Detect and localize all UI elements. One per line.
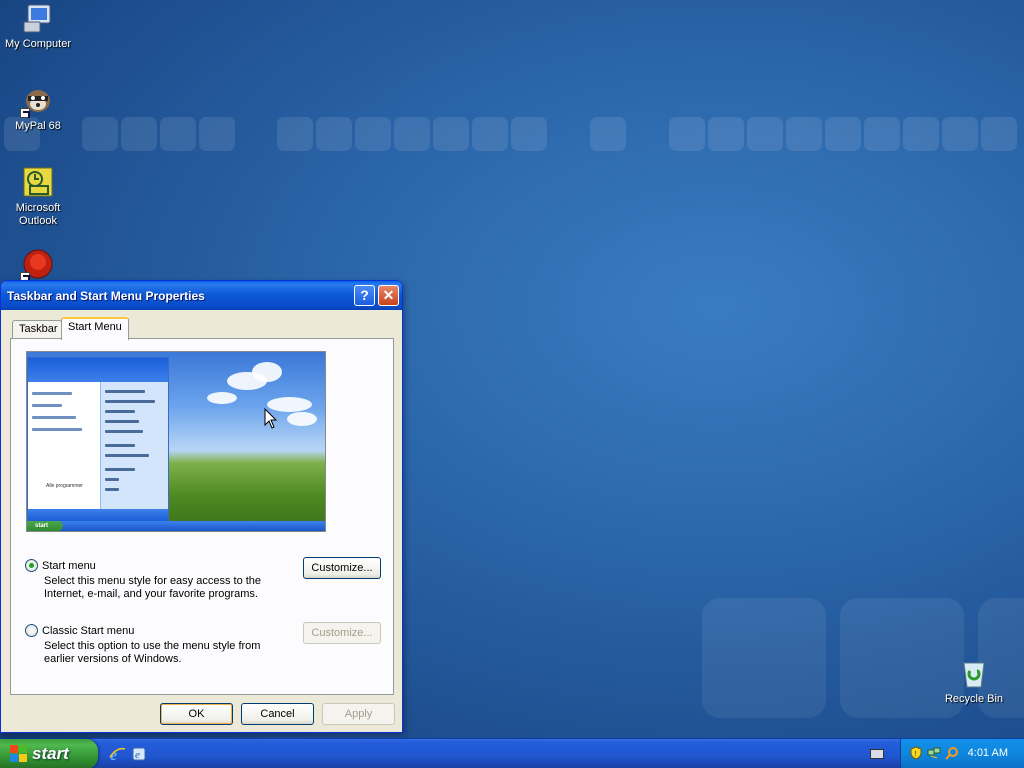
start-menu-option[interactable]: Start menu: [25, 559, 96, 572]
shortcut-arrow-icon: [20, 108, 30, 118]
ok-button[interactable]: OK: [160, 703, 233, 725]
customize-start-menu-button[interactable]: Customize...: [303, 557, 381, 579]
svg-text:e: e: [135, 749, 140, 761]
recycle-bin-icon: [958, 657, 990, 689]
start-menu-radio-label: Start menu: [42, 559, 96, 572]
raccoon-icon: [20, 84, 54, 118]
classic-start-menu-radio-label: Classic Start menu: [42, 624, 135, 637]
preview-start-menu: Alle programmer: [27, 357, 169, 522]
preview-start-button: start: [27, 521, 63, 531]
clock[interactable]: 4:01 AM: [968, 747, 1008, 759]
start-menu-preview: Alle programmer start: [26, 351, 326, 532]
close-button[interactable]: ✕: [378, 285, 399, 306]
outlook-icon: [22, 166, 54, 198]
desktop-icon-red-app[interactable]: [0, 248, 76, 284]
tab-taskbar[interactable]: Taskbar: [12, 320, 62, 339]
security-shield-icon[interactable]: !: [909, 746, 923, 760]
desktop-icon-recycle-bin[interactable]: Recycle Bin: [936, 657, 1012, 706]
help-button[interactable]: ?: [354, 285, 375, 306]
desktop-icon-label: MyPal 68: [15, 120, 61, 132]
desktop-icon-label: My Computer: [4, 38, 72, 50]
desktop-icon-label: Microsoft Outlook: [15, 202, 61, 227]
computer-icon: [22, 2, 54, 34]
red-orb-icon: [20, 248, 54, 282]
cancel-button[interactable]: Cancel: [241, 703, 314, 725]
tab-panel-start-menu: Alle programmer start Start menu Select …: [10, 338, 394, 695]
classic-start-menu-description: Select this option to use the menu style…: [44, 640, 261, 665]
keyboard-icon[interactable]: [870, 749, 884, 759]
svg-text:!: !: [914, 750, 917, 758]
taskbar: start e e ! 4:01 AM: [0, 738, 1024, 768]
outlook-express-icon[interactable]: e: [130, 745, 148, 763]
dialog-title: Taskbar and Start Menu Properties: [7, 288, 205, 303]
dialog-titlebar[interactable]: Taskbar and Start Menu Properties ? ✕: [1, 281, 402, 310]
preview-taskbar: start: [27, 521, 325, 531]
apply-button[interactable]: Apply: [322, 703, 395, 725]
tab-start-menu[interactable]: Start Menu: [61, 317, 129, 340]
classic-start-menu-radio[interactable]: [25, 624, 38, 637]
taskbar-start-menu-properties-dialog: Taskbar and Start Menu Properties ? ✕ Ta…: [0, 280, 403, 733]
desktop-icon-my-computer[interactable]: My Computer: [0, 2, 76, 51]
internet-explorer-icon[interactable]: e: [108, 745, 126, 763]
start-menu-description: Select this menu style for easy access t…: [44, 575, 262, 600]
classic-start-menu-option[interactable]: Classic Start menu: [25, 624, 134, 637]
start-menu-radio[interactable]: [25, 559, 38, 572]
windows-flag-icon: [10, 745, 28, 763]
start-button-label: start: [32, 744, 69, 763]
preview-all-programs: Alle programmer: [46, 483, 83, 489]
search-icon[interactable]: [945, 746, 959, 760]
system-tray: ! 4:01 AM: [900, 739, 1024, 768]
desktop-icon-outlook[interactable]: Microsoft Outlook: [0, 166, 76, 228]
desktop-icon-label: Recycle Bin: [944, 693, 1004, 705]
start-button[interactable]: start: [0, 739, 98, 768]
network-icon[interactable]: [927, 746, 941, 760]
desktop-icon-mypal[interactable]: MyPal 68: [0, 84, 76, 133]
customize-classic-menu-button[interactable]: Customize...: [303, 622, 381, 644]
mouse-pointer-icon: [264, 408, 278, 429]
